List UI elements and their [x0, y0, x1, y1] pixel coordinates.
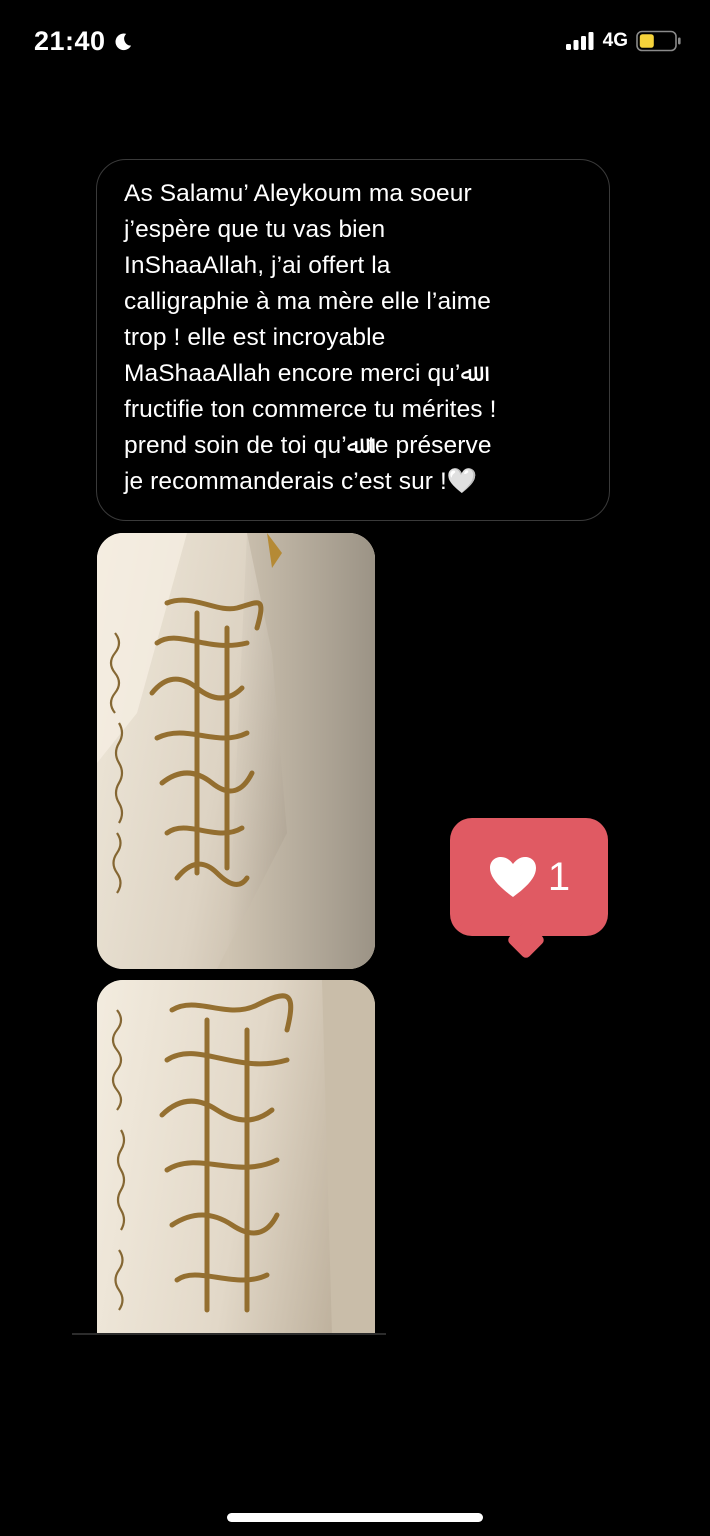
status-time: 21:40 [34, 26, 134, 57]
message-text: As Salamu’ Aleykoum ma soeur j’espère qu… [124, 180, 497, 495]
signal-icon [565, 32, 594, 50]
like-count: 1 [547, 854, 571, 899]
calligraphy-image [97, 533, 375, 969]
network-label: 4G [602, 30, 628, 51]
calligraphy-photo-1[interactable] [97, 533, 375, 969]
like-notification[interactable]: 1 [450, 818, 608, 936]
message-bubble[interactable]: As Salamu’ Aleykoum ma soeur j’espère qu… [96, 159, 610, 521]
clock: 21:40 [34, 26, 106, 56]
heart-icon [489, 857, 536, 897]
status-bar: 21:40 4G [0, 0, 710, 86]
divider [72, 1333, 386, 1335]
status-indicators: 4G [565, 30, 682, 52]
calligraphy-photo-2[interactable] [97, 980, 375, 1335]
battery-icon [636, 30, 681, 52]
home-indicator[interactable] [227, 1513, 483, 1522]
moon-icon [115, 33, 131, 50]
calligraphy-image [97, 980, 375, 1335]
